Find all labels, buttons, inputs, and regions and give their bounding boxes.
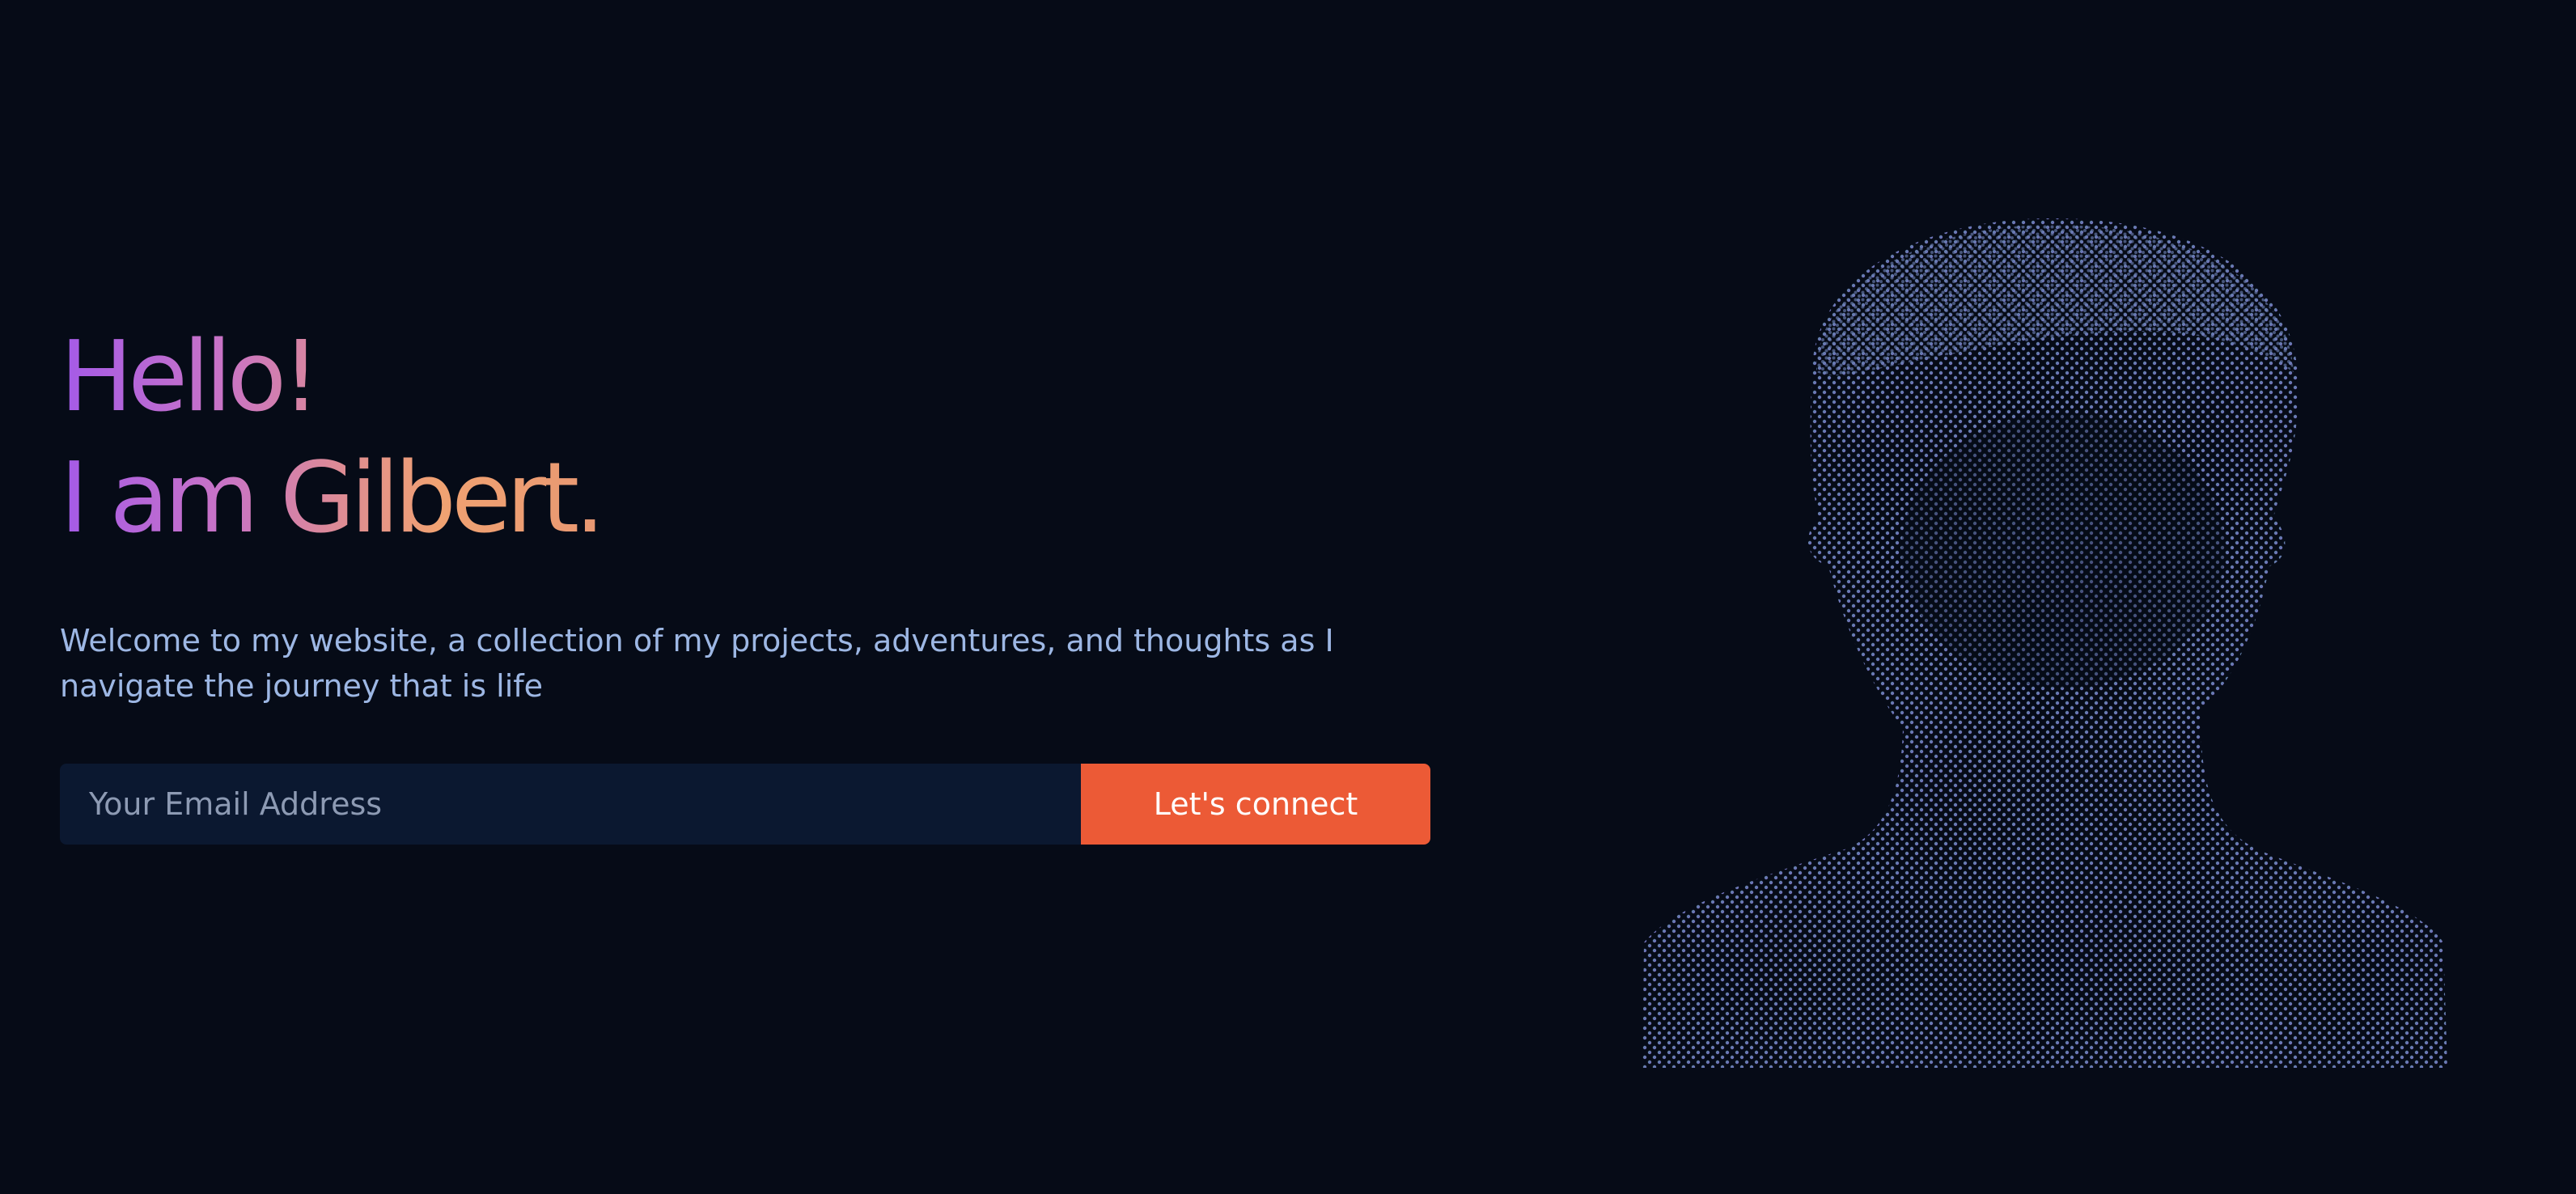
connect-button[interactable]: Let's connect bbox=[1081, 764, 1430, 845]
dotted-head-silhouette-icon bbox=[1642, 218, 2447, 1068]
greeting-hello: Hello! bbox=[60, 321, 316, 434]
hero-section: Hello! I am Gilbert. Welcome to my websi… bbox=[0, 0, 2576, 1194]
connect-form: Let's connect bbox=[60, 764, 1430, 845]
hero-text: Hello! I am Gilbert. Welcome to my websi… bbox=[60, 317, 1435, 845]
portrait-illustration bbox=[1642, 210, 2468, 1068]
greeting-name: I am Gilbert. bbox=[60, 442, 601, 555]
intro-paragraph: Welcome to my website, a collection of m… bbox=[60, 623, 1334, 704]
email-input[interactable] bbox=[60, 764, 1081, 845]
greeting-heading: Hello! I am Gilbert. bbox=[60, 317, 600, 560]
